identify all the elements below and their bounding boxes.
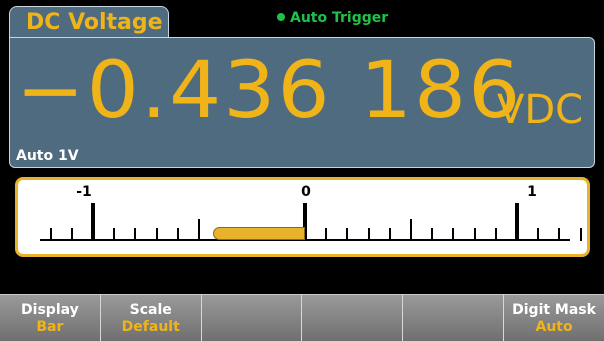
major-tick: [91, 203, 95, 241]
softkey-scale-label: Scale: [129, 302, 172, 318]
major-tick: [515, 203, 519, 241]
softkey-4[interactable]: [302, 294, 404, 341]
softkey-scale-value: Default: [121, 319, 180, 335]
function-label: DC Voltage: [26, 10, 163, 35]
softkey-display[interactable]: Display Bar: [0, 294, 101, 341]
minor-tick: [49, 228, 52, 241]
scale-label-plus-1: 1: [527, 184, 537, 200]
softkey-scale[interactable]: Scale Default: [100, 294, 202, 341]
minor-tick: [494, 228, 497, 241]
trigger-indicator-icon: [277, 13, 285, 21]
softkey-digit-mask-label: Digit Mask: [512, 302, 596, 318]
bar-meter: -1 0 1: [15, 177, 590, 257]
minor-tick: [388, 228, 391, 241]
measurement-reading: −0.436 186: [16, 46, 523, 136]
minor-tick: [410, 219, 412, 241]
bar-fill: [212, 227, 305, 240]
minor-tick: [134, 228, 137, 241]
softkey-5[interactable]: [403, 294, 505, 341]
minor-tick: [367, 228, 370, 241]
softkey-display-value: Bar: [36, 319, 64, 335]
scale-label-minus-1: -1: [76, 184, 92, 200]
range-label: Auto 1V: [16, 148, 79, 164]
trigger-label: Auto Trigger: [290, 10, 389, 26]
minor-tick: [452, 228, 455, 241]
minor-tick: [346, 228, 349, 241]
minor-tick: [70, 228, 73, 241]
minor-tick: [558, 228, 561, 241]
softkey-bar: Display Bar Scale Default Digit Mask Auto: [0, 294, 604, 341]
function-tab: DC Voltage: [9, 6, 169, 38]
minor-tick: [431, 228, 434, 241]
minor-tick: [198, 219, 200, 241]
minor-tick: [325, 228, 328, 241]
minor-tick: [579, 228, 582, 241]
softkey-3[interactable]: [201, 294, 303, 341]
minor-tick: [537, 228, 540, 241]
softkey-digit-mask[interactable]: Digit Mask Auto: [504, 294, 604, 341]
minor-tick: [176, 228, 179, 241]
minor-tick: [473, 228, 476, 241]
softkey-digit-mask-value: Auto: [535, 319, 573, 335]
minor-tick: [113, 228, 116, 241]
minor-tick: [155, 228, 158, 241]
trigger-status: Auto Trigger: [277, 10, 388, 26]
softkey-display-label: Display: [21, 302, 79, 318]
measurement-unit: VDC: [497, 87, 584, 133]
scale-label-0: 0: [301, 184, 311, 200]
